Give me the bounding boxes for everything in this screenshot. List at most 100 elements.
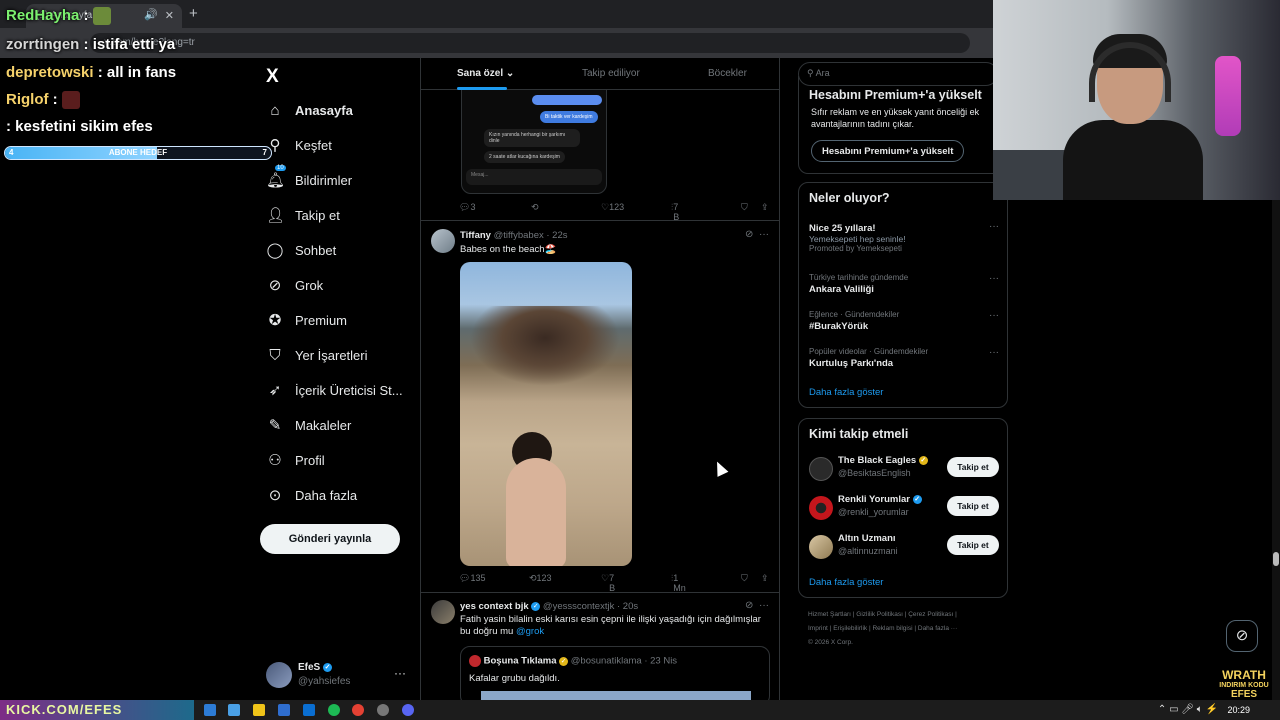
footer-link[interactable]: Erişilebilirlik	[833, 625, 867, 632]
new-tab-button[interactable]: +	[189, 5, 198, 22]
footer-link[interactable]: Imprint	[808, 625, 828, 632]
verified-icon: ✓	[912, 494, 922, 504]
footer-link[interactable]: Çerez Politikası	[908, 611, 953, 618]
nav-creator-studio[interactable]: ➶ İçerik Üreticisi St...	[266, 376, 403, 404]
more-dots-icon[interactable]: ···	[759, 229, 769, 240]
mention-link[interactable]: @grok	[516, 626, 544, 637]
show-more-link[interactable]: Daha fazla göster	[809, 387, 883, 398]
tweet-author[interactable]: yes context bjk	[460, 601, 529, 612]
grok-icon[interactable]: ⊘	[745, 600, 753, 611]
more-dots-icon[interactable]: ···	[394, 666, 406, 680]
more-dots-icon[interactable]: ···	[989, 273, 999, 284]
person-image	[506, 458, 566, 566]
x-logo[interactable]: X	[266, 66, 279, 88]
who-title: Kimi takip etmeli	[809, 427, 909, 441]
retweet-button[interactable]: ⟲	[531, 202, 539, 213]
nav-premium[interactable]: ✪ Premium	[266, 306, 347, 334]
more-dots-icon[interactable]: ···	[759, 600, 769, 611]
grok-fab-button[interactable]: ⊘	[1226, 620, 1258, 652]
nav-label: Takip et	[295, 207, 340, 223]
grok-icon[interactable]: ⊘	[745, 229, 753, 240]
nav-chat[interactable]: ◯ Sohbet	[266, 236, 337, 264]
nav-more[interactable]: ⊙ Daha fazla	[266, 481, 357, 509]
spotify-icon[interactable]	[328, 704, 340, 716]
nav-follow[interactable]: 👤︎ Takip et	[266, 201, 340, 229]
post-button[interactable]: Gönderi yayınla	[260, 524, 400, 554]
like-button[interactable]: ♡ 7 B	[601, 573, 615, 593]
scrollbar-thumb[interactable]	[1273, 552, 1279, 566]
reply-button[interactable]: 💬︎ 135	[459, 573, 485, 584]
views-count[interactable]: ⫶ 1 Mn	[671, 573, 686, 593]
verified-icon: ✓	[918, 455, 928, 465]
discord-icon[interactable]	[402, 704, 414, 716]
footer-link[interactable]: Gizlilik Politikası	[856, 611, 903, 618]
tweet-media-beach-video[interactable]	[460, 262, 632, 566]
timeline[interactable]: Sana özel ⌄ Takip ediliyor Böcekler Bi t…	[420, 58, 780, 700]
show-more-link[interactable]: Daha fazla göster	[809, 577, 883, 588]
share-icon[interactable]: ⇪	[761, 573, 769, 584]
follow-button[interactable]: Takip et	[947, 457, 999, 477]
trend-item[interactable]: Eğlence · Gündemdekiler #BurakYörük ···	[809, 310, 999, 332]
premium-upgrade-button[interactable]: Hesabını Premium+'a yükselt	[811, 140, 965, 162]
tab-following[interactable]: Takip ediliyor	[582, 68, 640, 79]
quote-author: Boşuna Tıklama	[483, 655, 557, 667]
chrome-icon[interactable]	[352, 704, 364, 716]
nav-notifications[interactable]: 🔔︎ 10 Bildirimler	[266, 165, 352, 194]
nav-profile[interactable]: ⚇ Profil	[266, 446, 324, 474]
follow-suggestion[interactable]: Renkli Yorumlar ✓ @renkli_yorumlar Takip…	[809, 494, 999, 524]
sponsor-overlay: WRATH INDIRIM KODU EFES	[1212, 668, 1276, 700]
outlook-icon[interactable]	[278, 704, 290, 716]
views-count[interactable]: ⫶ 7 B	[671, 202, 679, 222]
reply-button[interactable]: 💬︎ 3	[459, 202, 475, 213]
tab-bugs[interactable]: Böcekler	[708, 68, 747, 79]
system-tray[interactable]: ⌃ ▭ 🎤︎ 🔈︎ ⚡	[1158, 704, 1218, 715]
nav-home[interactable]: ⌂ Anasayfa	[266, 96, 352, 124]
trend-item[interactable]: Popüler videolar · Gündemdekiler Kurtulu…	[809, 347, 999, 369]
speaker-icon[interactable]: 🔊	[144, 8, 158, 21]
bookmark-icon[interactable]: ⛉	[741, 202, 748, 213]
bookmark-icon[interactable]: ⛉	[741, 573, 748, 584]
article-icon: ✎	[268, 417, 282, 434]
explorer-icon[interactable]	[253, 704, 265, 716]
trend-item[interactable]: Nice 25 yıllara! Yemeksepeti hep seninle…	[809, 221, 999, 253]
verified-icon: ✓	[323, 662, 333, 672]
tweet-media-chat-screenshot[interactable]: Bi taktik ver kardeşim Kızın yanında her…	[461, 78, 607, 194]
nav-grok[interactable]: ⊘ Grok	[266, 271, 323, 299]
obs-icon[interactable]	[377, 704, 389, 716]
edge-icon[interactable]	[204, 704, 216, 716]
address-input[interactable]: x.com/home?lang=tr	[90, 33, 970, 53]
store-icon[interactable]	[303, 704, 315, 716]
clock[interactable]: 20:29	[1227, 705, 1250, 715]
more-dots-icon[interactable]: ···	[989, 221, 999, 232]
share-icon[interactable]: ⇪	[761, 202, 769, 213]
avatar	[266, 662, 292, 688]
retweet-button[interactable]: ⟲ 123	[529, 573, 552, 584]
like-button[interactable]: ♡ 123	[601, 202, 624, 213]
more-dots-icon[interactable]: ···	[989, 347, 999, 358]
app-icon[interactable]	[228, 704, 240, 716]
trend-item[interactable]: Türkiye tarihinde gündemde Ankara Valili…	[809, 273, 999, 295]
account-switcher[interactable]: EfeS ✓ @yahsiefes ···	[266, 660, 416, 690]
nav-articles[interactable]: ✎ Makaleler	[266, 411, 352, 439]
footer-link[interactable]: Hizmet Şartları	[808, 611, 851, 618]
avatar[interactable]	[431, 229, 455, 253]
follow-button[interactable]: Takip et	[947, 496, 999, 516]
account-handle: @yahsiefes	[298, 676, 351, 687]
follow-button[interactable]: Takip et	[947, 535, 999, 555]
quoted-tweet[interactable]: Boşuna Tıklama ✓ @bosunatiklama · 23 Nis…	[460, 646, 770, 700]
follow-suggestion[interactable]: The Black Eagles ✓ @BesiktasEnglish Taki…	[809, 455, 999, 485]
tweet-author[interactable]: Tiffany	[460, 230, 491, 241]
close-tab-icon[interactable]: ✕	[165, 9, 174, 22]
nav-bookmarks[interactable]: ⛉ Yer İşaretleri	[266, 341, 367, 369]
nav-explore[interactable]: ⚲ Keşfet	[266, 131, 332, 159]
footer-link[interactable]: Reklam bilgisi	[872, 625, 912, 632]
avatar[interactable]	[431, 600, 455, 624]
follow-suggestion[interactable]: Altın Uzmanı @altinnuzmani Takip et	[809, 533, 999, 563]
footer-link[interactable]: Daha fazla ···	[918, 625, 957, 632]
tweet-handle[interactable]: @yessscontextjk · 20s	[543, 601, 638, 612]
more-dots-icon[interactable]: ···	[989, 310, 999, 321]
nav-label: İçerik Üreticisi St...	[295, 382, 403, 398]
tab-for-you[interactable]: Sana özel ⌄	[457, 68, 514, 79]
chat-message: Riglof :	[6, 91, 80, 110]
tweet-handle[interactable]: @tiffybabex · 22s	[494, 230, 568, 241]
